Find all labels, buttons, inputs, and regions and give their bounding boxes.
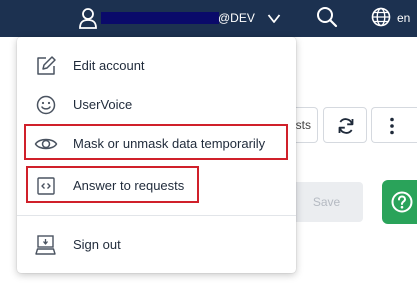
search-icon[interactable] (316, 6, 338, 28)
globe-icon[interactable] (371, 7, 391, 27)
save-button-label: Save (312, 195, 341, 209)
toolbar-partial-button-label: sts (295, 118, 311, 132)
user-environment-label[interactable]: @DEV (218, 10, 255, 26)
save-button[interactable]: Save (290, 182, 363, 222)
top-header-bar: @DEV en (0, 0, 417, 37)
sign-out-icon (34, 233, 58, 257)
more-options-button[interactable] (371, 107, 417, 143)
menu-item-label: UserVoice (73, 97, 133, 112)
edit-icon (34, 54, 58, 78)
menu-item-sign-out[interactable]: Sign out (17, 227, 296, 263)
language-label[interactable]: en (397, 10, 410, 26)
menu-item-uservoice[interactable]: UserVoice (17, 87, 296, 123)
smiley-icon (34, 93, 58, 117)
help-button[interactable] (382, 180, 417, 224)
redacted-username (101, 12, 219, 24)
refresh-icon (338, 118, 354, 134)
user-icon[interactable] (78, 7, 98, 29)
refresh-button[interactable] (323, 107, 367, 143)
user-dropdown-menu: Edit account UserVoice Mask or unmask da… (17, 37, 296, 273)
menu-divider (17, 215, 296, 216)
menu-item-label: Edit account (73, 58, 145, 73)
more-vertical-icon (390, 117, 394, 135)
help-icon (391, 191, 413, 213)
highlight-box-mask (24, 124, 288, 160)
menu-item-label: Sign out (73, 237, 121, 252)
chevron-down-icon[interactable] (267, 12, 281, 24)
menu-item-edit-account[interactable]: Edit account (17, 48, 296, 84)
highlight-box-answer (26, 166, 199, 203)
